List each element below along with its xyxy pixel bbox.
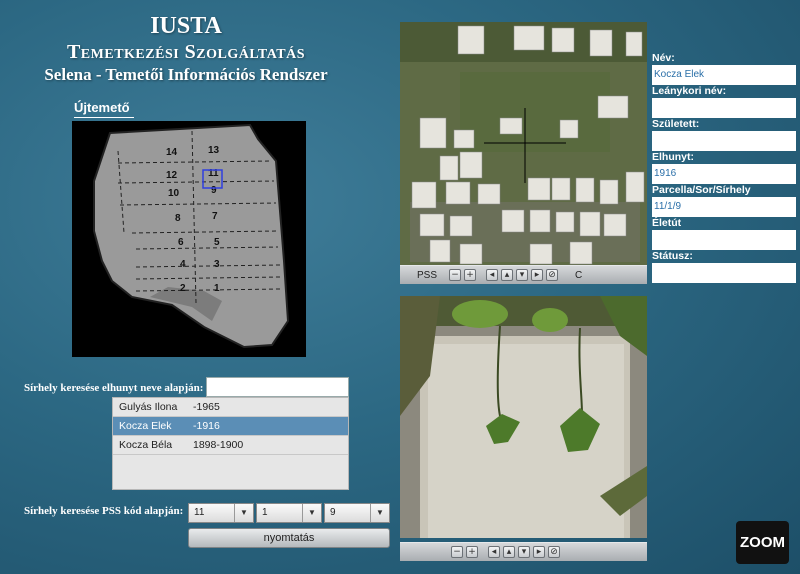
pss-label: PSS — [417, 269, 438, 281]
maiden-name-field[interactable] — [652, 98, 796, 118]
pan-up-button[interactable]: ▴ — [501, 269, 514, 281]
parcel-label-5: 5 — [214, 237, 220, 248]
grave-details: Név: Kocza Elek Leánykori név: Született… — [652, 52, 796, 283]
result-row-selected[interactable]: Kocza Elek -1916 — [113, 417, 348, 436]
reset-icon[interactable]: ⊘ — [546, 269, 559, 281]
zoom-in-button[interactable]: + — [464, 269, 477, 281]
bio-label: Életút — [652, 217, 682, 229]
app-title: IUSTA — [150, 13, 222, 39]
result-name: Gulyás Ilona — [119, 401, 178, 413]
parcel-label-6: 6 — [178, 237, 184, 248]
result-years: -1916 — [193, 420, 220, 432]
died-label: Elhunyt: — [652, 151, 694, 163]
header: IUSTA Temetkezési Szolgáltatás Selena - … — [0, 12, 372, 86]
born-field[interactable] — [652, 131, 796, 151]
zoom-logo[interactable]: ZOOM — [736, 521, 789, 564]
grave-select-value: 9 — [330, 507, 336, 518]
pan-right-button-2[interactable]: ▸ — [533, 546, 545, 558]
print-button[interactable]: nyomtatás — [188, 528, 390, 548]
pan-up-button-2[interactable]: ▴ — [503, 546, 515, 558]
app-subtitle: Temetkezési Szolgáltatás — [66, 41, 306, 63]
parcel-label-7: 7 — [212, 211, 218, 222]
died-field[interactable]: 1916 — [652, 164, 796, 184]
parcel-label-12: 12 — [166, 170, 178, 181]
status-label: Státusz: — [652, 250, 693, 262]
parcel-label-14: 14 — [166, 147, 178, 158]
zoom-out-button[interactable]: − — [449, 269, 462, 281]
parcel-label-13: 13 — [208, 145, 220, 156]
grave-photo[interactable] — [400, 296, 647, 538]
result-years: 1898-1900 — [193, 439, 244, 451]
parcel-label-4: 4 — [180, 259, 186, 270]
pan-down-button[interactable]: ▾ — [516, 269, 529, 281]
parcel-label-9: 9 — [211, 185, 217, 196]
born-label: Született: — [652, 118, 700, 130]
c-label: C — [575, 269, 583, 281]
name-search-label: Sírhely keresése elhunyt neve alapján: — [24, 382, 204, 394]
zoom-in-button-2[interactable]: + — [466, 546, 478, 558]
maiden-name-label: Leánykori név: — [652, 85, 727, 97]
chevron-down-icon: ▼ — [234, 504, 253, 522]
row-select-value: 1 — [262, 507, 268, 518]
name-field[interactable]: Kocza Elek — [652, 65, 796, 85]
aerial-photo[interactable] — [400, 22, 647, 265]
cemetery-name: Újtemető — [74, 100, 134, 118]
reset-icon-2[interactable]: ⊘ — [548, 546, 560, 558]
system-name: Selena - Temetői Információs Rendszer — [44, 65, 328, 84]
cemetery-map[interactable]: 14 13 12 11 10 9 8 7 6 5 4 3 2 1 — [72, 121, 306, 357]
parcel-label-8: 8 — [175, 213, 181, 224]
search-results-list[interactable]: Gulyás Ilona -1965 Kocza Elek -1916 Kocz… — [112, 397, 349, 490]
row-select[interactable]: 1 ▼ — [256, 503, 322, 523]
status-field[interactable] — [652, 263, 796, 283]
pan-down-button-2[interactable]: ▾ — [518, 546, 530, 558]
pan-left-button[interactable]: ◂ — [486, 269, 499, 281]
result-row[interactable]: Gulyás Ilona -1965 — [113, 398, 348, 417]
result-row[interactable]: Kocza Béla 1898-1900 — [113, 436, 348, 455]
plot-field[interactable]: 11/1/9 — [652, 197, 796, 217]
bio-field[interactable] — [652, 230, 796, 250]
pan-left-button-2[interactable]: ◂ — [488, 546, 500, 558]
parcel-select-value: 11 — [194, 507, 205, 518]
parcel-label-10: 10 — [168, 188, 180, 199]
parcel-label-3: 3 — [214, 259, 220, 270]
result-years: -1965 — [193, 401, 220, 413]
chevron-down-icon: ▼ — [370, 504, 389, 522]
result-name: Kocza Béla — [119, 439, 173, 451]
grave-select[interactable]: 9 ▼ — [324, 503, 390, 523]
plot-label: Parcella/Sor/Sírhely — [652, 184, 751, 196]
grave-photo-toolbar: − + ◂ ▴ ▾ ▸ ⊘ — [400, 542, 647, 561]
aerial-photo-toolbar: PSS − + ◂ ▴ ▾ ▸ ⊘ C — [400, 265, 647, 284]
pan-right-button[interactable]: ▸ — [531, 269, 544, 281]
pss-search-label: Sírhely keresése PSS kód alapján: — [24, 505, 184, 517]
parcel-select[interactable]: 11 ▼ — [188, 503, 254, 523]
chevron-down-icon: ▼ — [302, 504, 321, 522]
parcel-label-2: 2 — [180, 283, 186, 294]
name-search-input[interactable] — [206, 377, 349, 397]
zoom-out-button-2[interactable]: − — [451, 546, 463, 558]
parcel-label-1: 1 — [214, 283, 220, 294]
name-label: Név: — [652, 52, 675, 64]
result-name: Kocza Elek — [119, 420, 172, 432]
